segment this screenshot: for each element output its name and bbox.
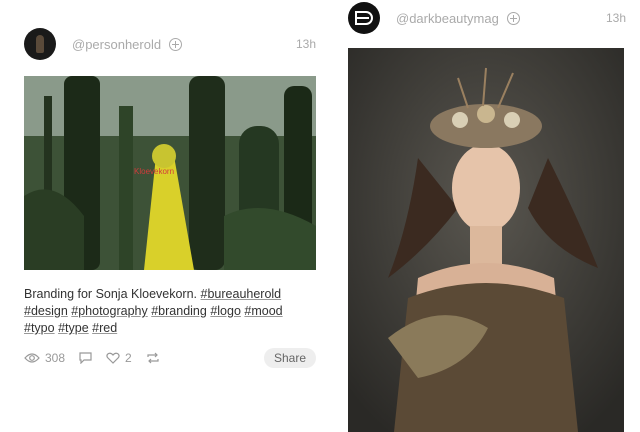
- portrait-photo: [348, 48, 624, 432]
- eye-icon: [24, 353, 40, 363]
- hashtag[interactable]: #photography: [71, 304, 147, 318]
- heart-icon: [106, 352, 120, 364]
- share-button[interactable]: Share: [263, 348, 316, 368]
- hashtag[interactable]: #branding: [151, 304, 207, 318]
- follow-icon[interactable]: [506, 11, 520, 25]
- avatar[interactable]: [348, 2, 380, 34]
- hashtag[interactable]: #red: [92, 321, 117, 335]
- repost-icon: [147, 352, 159, 364]
- views-value: 308: [45, 351, 66, 365]
- cactus-photo: Kloevekorn: [24, 76, 316, 270]
- avatar-figure: [36, 35, 44, 53]
- timestamp: 13h: [295, 37, 316, 51]
- hashtag[interactable]: #mood: [244, 304, 282, 318]
- follow-icon[interactable]: [169, 37, 183, 51]
- avatar[interactable]: [24, 28, 56, 60]
- post-header: @personherold 13h: [24, 28, 316, 60]
- post-header: @darkbeautymag 13h: [348, 2, 640, 34]
- repost-button[interactable]: [146, 352, 160, 364]
- post-actions: 308 2 Share: [24, 348, 316, 368]
- hashtag[interactable]: #type: [58, 321, 89, 335]
- left-post-card: @personherold 13h Kloevekorn Branding fo…: [0, 0, 332, 432]
- right-post-card: @darkbeautymag 13h: [332, 0, 640, 432]
- caption-text: Branding for Sonja Kloevekorn.: [24, 287, 198, 301]
- hashtag[interactable]: #design: [24, 304, 68, 318]
- post-caption: Branding for Sonja Kloevekorn. #bureauhe…: [24, 286, 316, 337]
- hashtag[interactable]: #typo: [24, 321, 55, 335]
- post-image[interactable]: [348, 48, 624, 432]
- comment-icon: [79, 352, 92, 364]
- comment-button[interactable]: [79, 352, 92, 364]
- hashtag[interactable]: #bureauherold: [201, 287, 282, 301]
- svg-text:Kloevekorn: Kloevekorn: [134, 167, 174, 176]
- post-image[interactable]: Kloevekorn: [24, 76, 316, 270]
- likes-value: 2: [125, 351, 132, 365]
- brand-logo-icon: [355, 11, 373, 25]
- timestamp: 13h: [605, 11, 626, 25]
- like-button[interactable]: 2: [106, 351, 132, 365]
- username[interactable]: @darkbeautymag: [396, 11, 499, 26]
- username[interactable]: @personherold: [72, 37, 161, 52]
- views-count: 308: [24, 351, 65, 365]
- hashtag[interactable]: #logo: [210, 304, 241, 318]
